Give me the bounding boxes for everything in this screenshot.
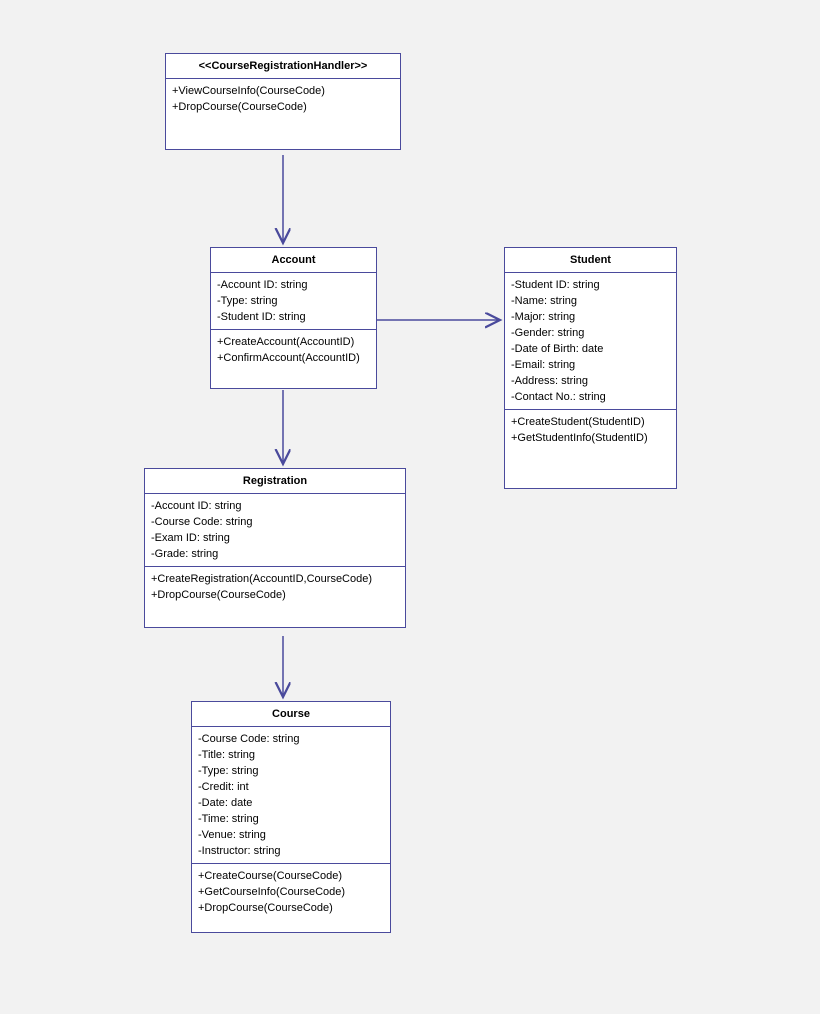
attr: -Name: string — [511, 293, 670, 309]
class-title: <<CourseRegistrationHandler>> — [166, 54, 400, 79]
attr: -Grade: string — [151, 546, 399, 562]
attr: -Major: string — [511, 309, 670, 325]
class-attributes: -Account ID: string -Type: string -Stude… — [211, 273, 376, 330]
attr: -Student ID: string — [511, 277, 670, 293]
attr: -Contact No.: string — [511, 389, 670, 405]
attr: -Address: string — [511, 373, 670, 389]
class-methods: +CreateStudent(StudentID) +GetStudentInf… — [505, 410, 676, 488]
method: +ConfirmAccount(AccountID) — [217, 350, 370, 366]
method: +CreateAccount(AccountID) — [217, 334, 370, 350]
class-handler: <<CourseRegistrationHandler>> +ViewCours… — [165, 53, 401, 150]
attr: -Date: date — [198, 795, 384, 811]
class-methods: +CreateAccount(AccountID) +ConfirmAccoun… — [211, 330, 376, 388]
method: +GetStudentInfo(StudentID) — [511, 430, 670, 446]
attr: -Title: string — [198, 747, 384, 763]
class-title: Registration — [145, 469, 405, 494]
attr: -Account ID: string — [151, 498, 399, 514]
class-title: Course — [192, 702, 390, 727]
method: +CreateStudent(StudentID) — [511, 414, 670, 430]
attr: -Account ID: string — [217, 277, 370, 293]
attr: -Date of Birth: date — [511, 341, 670, 357]
method: +GetCourseInfo(CourseCode) — [198, 884, 384, 900]
class-registration: Registration -Account ID: string -Course… — [144, 468, 406, 628]
attr: -Type: string — [198, 763, 384, 779]
class-methods: +CreateCourse(CourseCode) +GetCourseInfo… — [192, 864, 390, 932]
connectors — [0, 0, 820, 1014]
method: +ViewCourseInfo(CourseCode) — [172, 83, 394, 99]
class-account: Account -Account ID: string -Type: strin… — [210, 247, 377, 389]
class-methods: +CreateRegistration(AccountID,CourseCode… — [145, 567, 405, 627]
attr: -Credit: int — [198, 779, 384, 795]
attr: -Student ID: string — [217, 309, 370, 325]
attr: -Time: string — [198, 811, 384, 827]
class-attributes: -Student ID: string -Name: string -Major… — [505, 273, 676, 410]
method: +CreateRegistration(AccountID,CourseCode… — [151, 571, 399, 587]
class-title: Account — [211, 248, 376, 273]
attr: -Email: string — [511, 357, 670, 373]
method: +DropCourse(CourseCode) — [198, 900, 384, 916]
class-student: Student -Student ID: string -Name: strin… — [504, 247, 677, 489]
method: +CreateCourse(CourseCode) — [198, 868, 384, 884]
class-methods: +ViewCourseInfo(CourseCode) +DropCourse(… — [166, 79, 400, 149]
attr: -Course Code: string — [151, 514, 399, 530]
class-title: Student — [505, 248, 676, 273]
attr: -Instructor: string — [198, 843, 384, 859]
attr: -Gender: string — [511, 325, 670, 341]
method: +DropCourse(CourseCode) — [151, 587, 399, 603]
method: +DropCourse(CourseCode) — [172, 99, 394, 115]
attr: -Exam ID: string — [151, 530, 399, 546]
attr: -Venue: string — [198, 827, 384, 843]
attr: -Type: string — [217, 293, 370, 309]
class-course: Course -Course Code: string -Title: stri… — [191, 701, 391, 933]
class-attributes: -Account ID: string -Course Code: string… — [145, 494, 405, 567]
class-attributes: -Course Code: string -Title: string -Typ… — [192, 727, 390, 864]
attr: -Course Code: string — [198, 731, 384, 747]
